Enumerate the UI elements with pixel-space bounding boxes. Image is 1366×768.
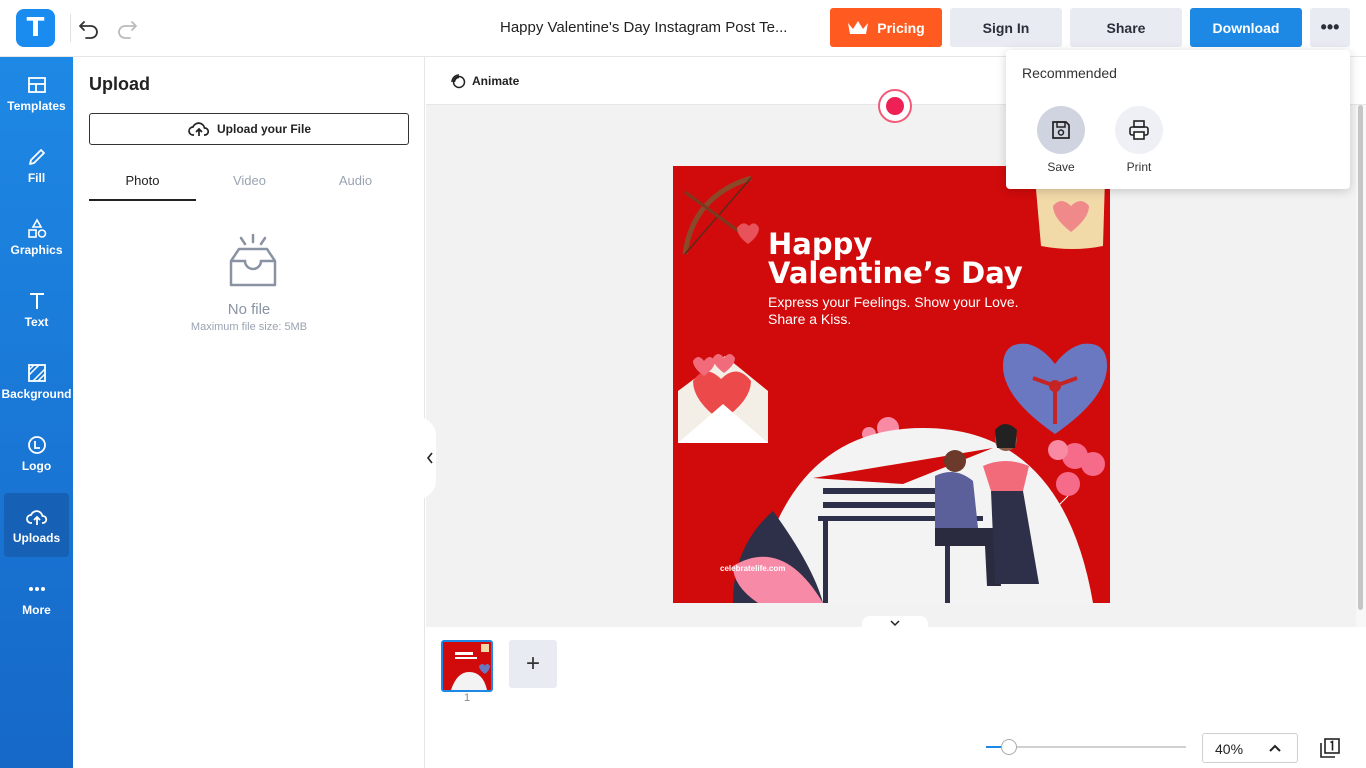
text-icon <box>29 292 44 309</box>
background-icon <box>27 363 46 382</box>
zoom-slider-handle[interactable] <box>1001 739 1017 755</box>
cloud-upload-icon <box>25 509 47 525</box>
upload-panel: Upload Upload your File Photo Video Audi… <box>73 57 425 768</box>
redo-icon[interactable] <box>116 16 138 40</box>
pricing-label: Pricing <box>877 19 925 36</box>
sidebar-item-graphics[interactable]: Graphics <box>4 205 69 269</box>
upload-file-button[interactable]: Upload your File <box>89 113 409 145</box>
undo-icon[interactable] <box>78 16 100 40</box>
logo-icon <box>27 435 46 454</box>
app-logo[interactable]: T <box>16 9 55 47</box>
header-divider <box>70 14 71 42</box>
print-icon-circle <box>1115 106 1163 154</box>
dropdown-title: Recommended <box>1022 65 1117 81</box>
animate-button[interactable]: Animate <box>450 73 519 89</box>
share-button[interactable]: Share <box>1070 8 1182 47</box>
scrollbar-thumb[interactable] <box>1358 105 1363 610</box>
document-title[interactable]: Happy Valentine's Day Instagram Post Te.… <box>500 19 800 36</box>
sidebar-label: Logo <box>21 458 52 473</box>
save-icon <box>1052 121 1070 139</box>
left-sidebar: Templates Fill Graphics Text Background … <box>0 57 73 768</box>
sidebar-label: Uploads <box>12 530 61 545</box>
sidebar-label: Background <box>1 386 72 401</box>
design-subtitle[interactable]: Express your Feelings. Show your Love. S… <box>768 294 1019 328</box>
pages-toggle[interactable] <box>862 616 928 630</box>
gift-heart-icon <box>1003 343 1107 434</box>
tab-photo[interactable]: Photo <box>89 167 196 201</box>
sidebar-label: Text <box>24 314 49 329</box>
design-heading-line2: Valentine’s Day <box>768 256 1023 290</box>
design-heading-line1: Happy <box>768 227 873 261</box>
page-thumbnail[interactable] <box>441 640 493 692</box>
sidebar-item-templates[interactable]: Templates <box>4 61 69 125</box>
zoom-level-select[interactable]: 40% <box>1202 733 1298 763</box>
more-options-button[interactable]: ••• <box>1310 8 1350 47</box>
print-icon <box>1129 120 1149 140</box>
tab-video[interactable]: Video <box>196 167 303 201</box>
sidebar-item-uploads[interactable]: Uploads <box>4 493 69 557</box>
shapes-icon <box>27 217 46 238</box>
media-tabs: Photo Video Audio <box>89 167 409 201</box>
sidebar-label: More <box>22 602 51 617</box>
design-heading[interactable]: Happy Valentine’s Day <box>768 230 1023 288</box>
animate-label: Animate <box>472 74 520 88</box>
collapse-panel-handle[interactable] <box>424 418 438 498</box>
crown-icon <box>848 20 869 34</box>
design-website[interactable]: celebratelife.com <box>720 564 785 573</box>
tab-audio[interactable]: Audio <box>302 167 409 201</box>
sidebar-label: Fill <box>27 170 46 185</box>
print-option[interactable]: Print <box>1109 106 1169 174</box>
bow-arrow-icon <box>682 175 759 255</box>
zoom-level-value: 40% <box>1215 741 1244 757</box>
sidebar-label: Graphics <box>10 242 63 257</box>
sidebar-item-background[interactable]: Background <box>1 349 72 413</box>
design-subtitle-line1: Express your Feelings. Show your Love. <box>768 294 1019 310</box>
more-icon <box>28 586 45 591</box>
download-button[interactable]: Download <box>1190 8 1302 47</box>
envelope-hearts-icon <box>678 354 768 443</box>
pencil-icon <box>28 148 45 165</box>
animate-icon <box>451 74 466 89</box>
panel-title: Upload <box>89 74 150 94</box>
pricing-button[interactable]: Pricing <box>830 8 942 47</box>
sidebar-label: Templates <box>7 98 66 113</box>
empty-state-title: No file <box>227 301 271 318</box>
sidebar-item-more[interactable]: More <box>4 565 69 629</box>
design-canvas[interactable]: Happy Valentine’s Day Express your Feeli… <box>673 166 1110 603</box>
record-indicator[interactable] <box>878 89 912 123</box>
save-option[interactable]: Save <box>1031 106 1091 174</box>
top-bar: T Happy Valentine's Day Instagram Post T… <box>0 0 1366 57</box>
sidebar-item-fill[interactable]: Fill <box>4 133 69 197</box>
print-label: Print <box>1126 160 1152 174</box>
empty-inbox-icon <box>229 233 277 287</box>
design-subtitle-line2: Share a Kiss. <box>768 311 852 327</box>
cloud-upload-icon <box>188 122 210 136</box>
save-label: Save <box>1047 160 1075 174</box>
page-thumbnail-preview <box>443 642 491 690</box>
page-number: 1 <box>463 692 471 704</box>
sign-in-button[interactable]: Sign In <box>950 8 1062 47</box>
add-page-button[interactable]: + <box>509 640 557 688</box>
templates-icon <box>27 76 46 93</box>
more-options-dropdown: Recommended Save Print <box>1006 50 1350 189</box>
logo-letter: T <box>26 13 45 43</box>
sidebar-item-logo[interactable]: Logo <box>4 421 69 485</box>
upload-file-label: Upload your File <box>216 122 311 136</box>
vertical-scrollbar[interactable] <box>1356 105 1366 627</box>
sidebar-item-text[interactable]: Text <box>4 277 69 341</box>
save-icon-circle <box>1037 106 1085 154</box>
empty-state-subtitle: Maximum file size: 5MB <box>190 321 308 333</box>
page-manager-icon[interactable] <box>1318 736 1342 760</box>
chevron-up-icon <box>1269 744 1281 752</box>
